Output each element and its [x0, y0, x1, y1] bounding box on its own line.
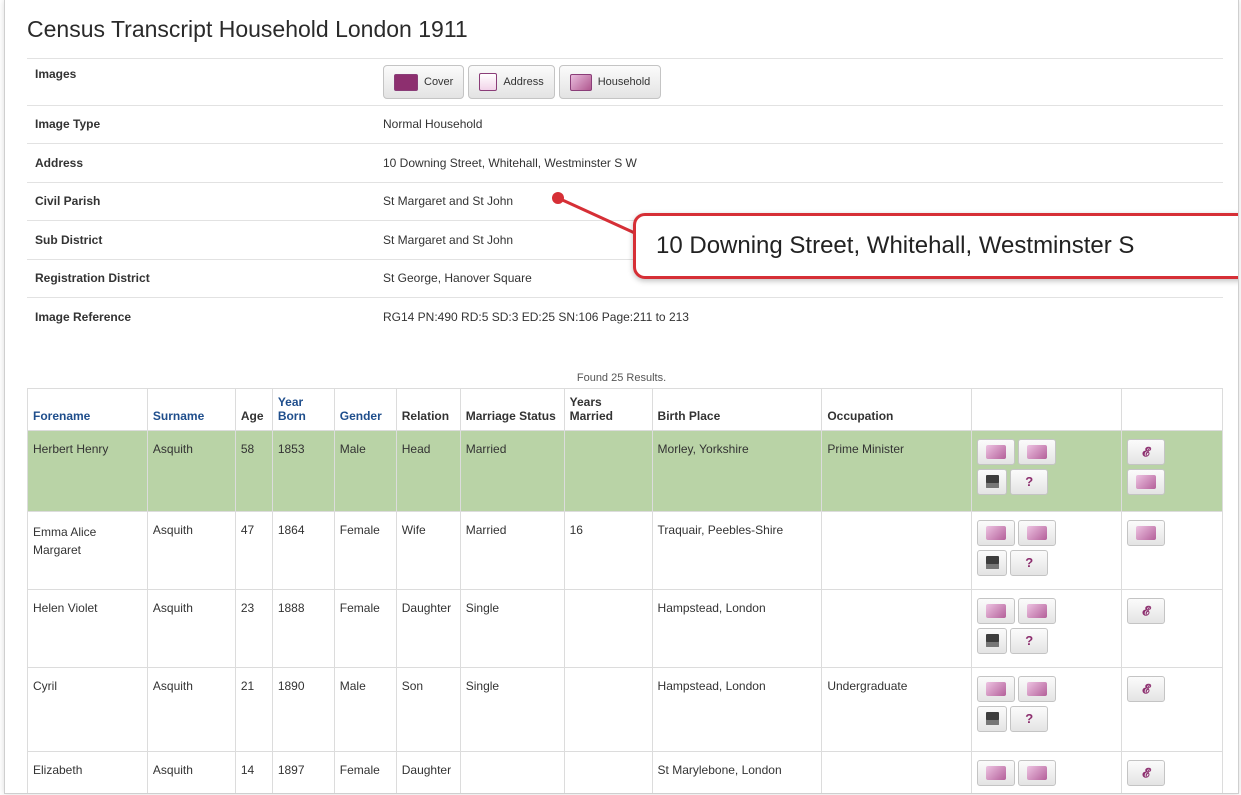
address-callout: 10 Downing Street, Whitehall, Westminste… [633, 213, 1238, 279]
callout-anchor-dot [552, 192, 564, 204]
callout-leader [557, 196, 638, 236]
callout-leader-line [557, 196, 638, 236]
census-frame: Census Transcript Household London 1911 … [4, 0, 1239, 794]
